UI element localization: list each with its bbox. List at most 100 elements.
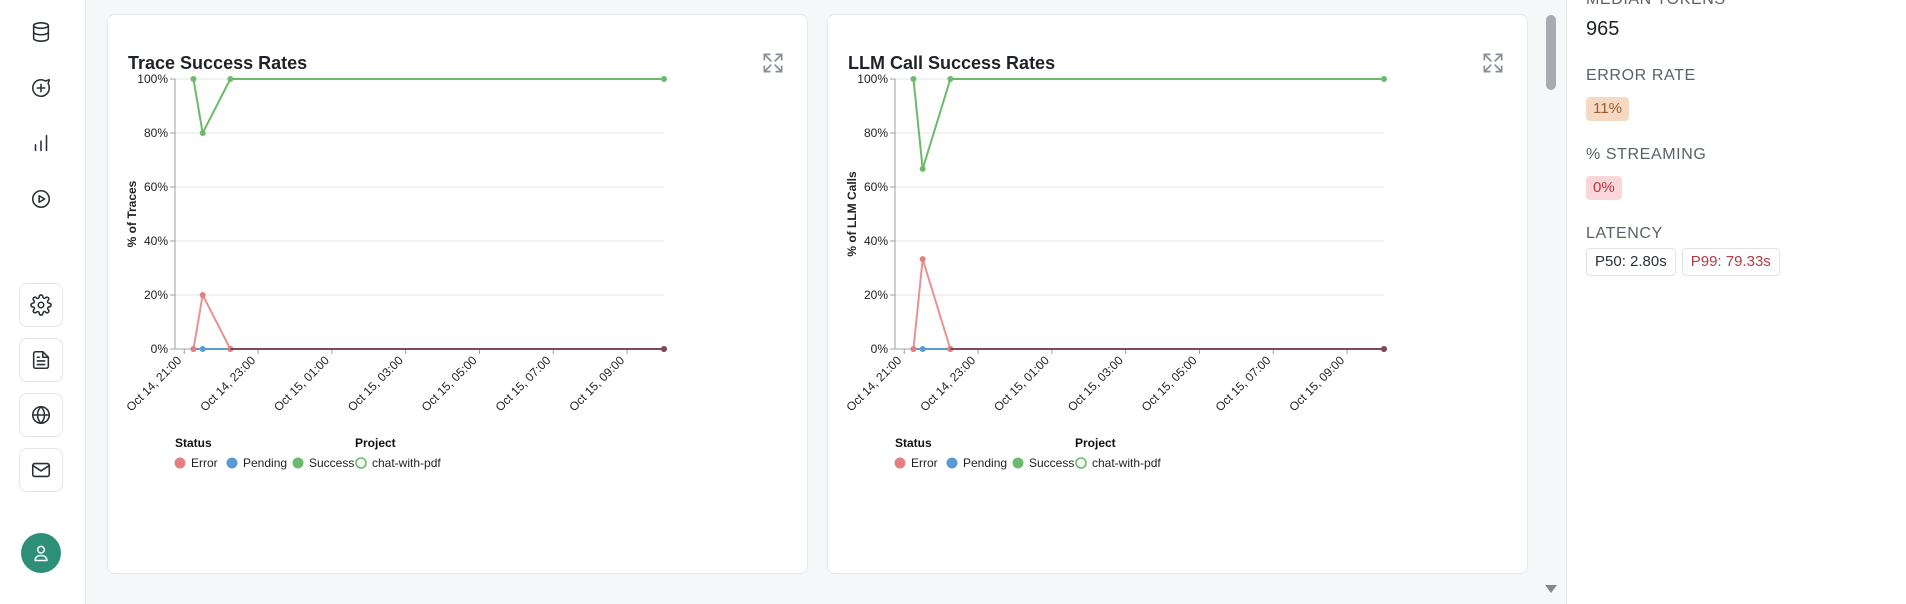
- x-tick-label: Oct 14, 21:00: [124, 353, 185, 414]
- y-tick-label: 20%: [144, 288, 168, 302]
- data-point-success: [227, 76, 234, 82]
- stats-panel: MEDIAN TOKENS 965 ERROR RATE 11% % STREA…: [1566, 0, 1906, 604]
- scroll-down-arrow[interactable]: [1545, 585, 1557, 593]
- x-tick-label: Oct 15, 03:00: [1065, 353, 1126, 414]
- y-tick-label: 0%: [151, 342, 169, 356]
- legend-swatch-pending: [946, 457, 958, 469]
- legend-swatch-project: [355, 457, 367, 469]
- message-plus-icon: [32, 78, 51, 98]
- median-tokens-label: MEDIAN TOKENS: [1586, 0, 1726, 9]
- chart-title: Trace Success Rates: [128, 53, 308, 73]
- bar-chart-icon: [34, 134, 48, 152]
- y-tick-label: 80%: [864, 126, 888, 140]
- data-point-overlap: [1381, 346, 1387, 352]
- sidebar-item-web[interactable]: [19, 393, 63, 437]
- y-tick-label: 40%: [144, 234, 168, 248]
- x-tick-label: Oct 15, 05:00: [419, 353, 480, 414]
- main-content: Trace Success Rates 0% 20% 40% 60% 80% 100% % …: [87, 0, 1565, 604]
- sidebar-item-runs[interactable]: [19, 177, 63, 221]
- avatar[interactable]: [21, 533, 61, 573]
- data-point-overlap: [661, 346, 667, 352]
- legend-label-error: Error: [191, 456, 218, 470]
- sidebar-item-analytics[interactable]: [19, 121, 63, 165]
- x-tick-label: Oct 15, 01:00: [991, 353, 1052, 414]
- y-tick-label: 40%: [864, 234, 888, 248]
- legend-status-title: Status: [895, 436, 932, 450]
- x-tick-label: Oct 15, 09:00: [1286, 353, 1347, 414]
- legend-label-project: chat-with-pdf: [1092, 456, 1161, 470]
- streaming-badge: 0%: [1586, 176, 1622, 200]
- scrollbar-thumb[interactable]: [1546, 15, 1556, 90]
- data-point-error: [190, 346, 197, 352]
- expand-chart-button[interactable]: [759, 49, 787, 77]
- legend-swatch-pending: [226, 457, 238, 469]
- legend-swatch-project: [1075, 457, 1087, 469]
- expand-chart-button[interactable]: [1479, 49, 1507, 77]
- chart-title: LLM Call Success Rates: [848, 53, 1056, 73]
- legend-label-success: Success: [309, 456, 354, 470]
- y-tick-label: 60%: [144, 180, 168, 194]
- sidebar-item-mail[interactable]: [19, 448, 63, 492]
- series-line-error: [192, 294, 664, 350]
- legend-label-pending: Pending: [963, 456, 1007, 470]
- sidebar-item-chat[interactable]: [19, 66, 63, 110]
- data-point-success: [910, 76, 917, 82]
- legend-label-pending: Pending: [243, 456, 287, 470]
- y-tick-label: 0%: [871, 342, 889, 356]
- data-point-error: [199, 292, 206, 298]
- y-tick-label: 20%: [864, 288, 888, 302]
- data-point-error: [910, 346, 917, 352]
- x-tick-label: Oct 14, 21:00: [844, 353, 905, 414]
- data-point-success: [190, 76, 197, 82]
- sidebar-item-docs[interactable]: [19, 338, 63, 382]
- legend-label-error: Error: [911, 456, 938, 470]
- data-point-success: [199, 130, 206, 136]
- app-root: Trace Success Rates 0% 20% 40% 60% 80% 100% % …: [0, 0, 1906, 604]
- legend-project-title: Project: [355, 436, 396, 450]
- y-axis-label: % of LLM Calls: [845, 171, 859, 257]
- x-tick-label: Oct 15, 03:00: [345, 353, 406, 414]
- user-icon: [34, 545, 48, 562]
- legend-swatch-success: [292, 457, 304, 469]
- data-point-pending: [199, 346, 206, 352]
- latency-p99: P99: 79.33s: [1681, 248, 1780, 276]
- y-tick-label: 80%: [144, 126, 168, 140]
- gear-icon: [30, 294, 52, 316]
- y-axis-label: % of Traces: [125, 180, 139, 247]
- median-tokens-value: 965: [1586, 18, 1620, 40]
- data-point-success: [1381, 76, 1387, 82]
- sidebar: [0, 0, 86, 604]
- play-circle-icon: [31, 189, 51, 209]
- sidebar-item-settings[interactable]: [19, 283, 63, 327]
- legend-swatch-error: [174, 457, 186, 469]
- legend-label-success: Success: [1029, 456, 1074, 470]
- y-tick-label: 100%: [137, 72, 168, 86]
- scrollbar-track[interactable]: [1543, 0, 1559, 604]
- legend-label-project: chat-with-pdf: [372, 456, 441, 470]
- data-point-success: [661, 76, 667, 82]
- data-point-success: [919, 165, 926, 172]
- series-line-success: [192, 78, 664, 134]
- globe-icon: [31, 405, 51, 425]
- data-point-error: [919, 256, 926, 263]
- latency-p50: P50: 2.80s: [1586, 248, 1676, 276]
- x-tick-label: Oct 14, 23:00: [197, 353, 258, 414]
- error-rate-label: ERROR RATE: [1586, 67, 1696, 84]
- y-tick-label: 100%: [857, 72, 888, 86]
- expand-icon: [1483, 53, 1503, 73]
- llm-call-success-chart: 0% 20% 40% 60% 80% 100% % of LLM Calls Oct 14, …: [844, 72, 1387, 470]
- chart-card-llm-call-success: LLM Call Success Rates 0% 20% 40% 60% 80% 100…: [827, 14, 1528, 574]
- document-icon: [32, 350, 50, 370]
- database-icon: [32, 22, 50, 42]
- legend-swatch-error: [894, 457, 906, 469]
- x-tick-label: Oct 15, 07:00: [493, 353, 554, 414]
- y-tick-label: 60%: [864, 180, 888, 194]
- data-point-pending: [919, 346, 926, 352]
- x-tick-label: Oct 15, 01:00: [271, 353, 332, 414]
- mail-icon: [31, 462, 51, 478]
- expand-icon: [763, 53, 783, 73]
- series-line-error: [912, 258, 1384, 350]
- streaming-label: % STREAMING: [1586, 146, 1707, 163]
- sidebar-item-data[interactable]: [19, 10, 63, 54]
- legend-swatch-success: [1012, 457, 1024, 469]
